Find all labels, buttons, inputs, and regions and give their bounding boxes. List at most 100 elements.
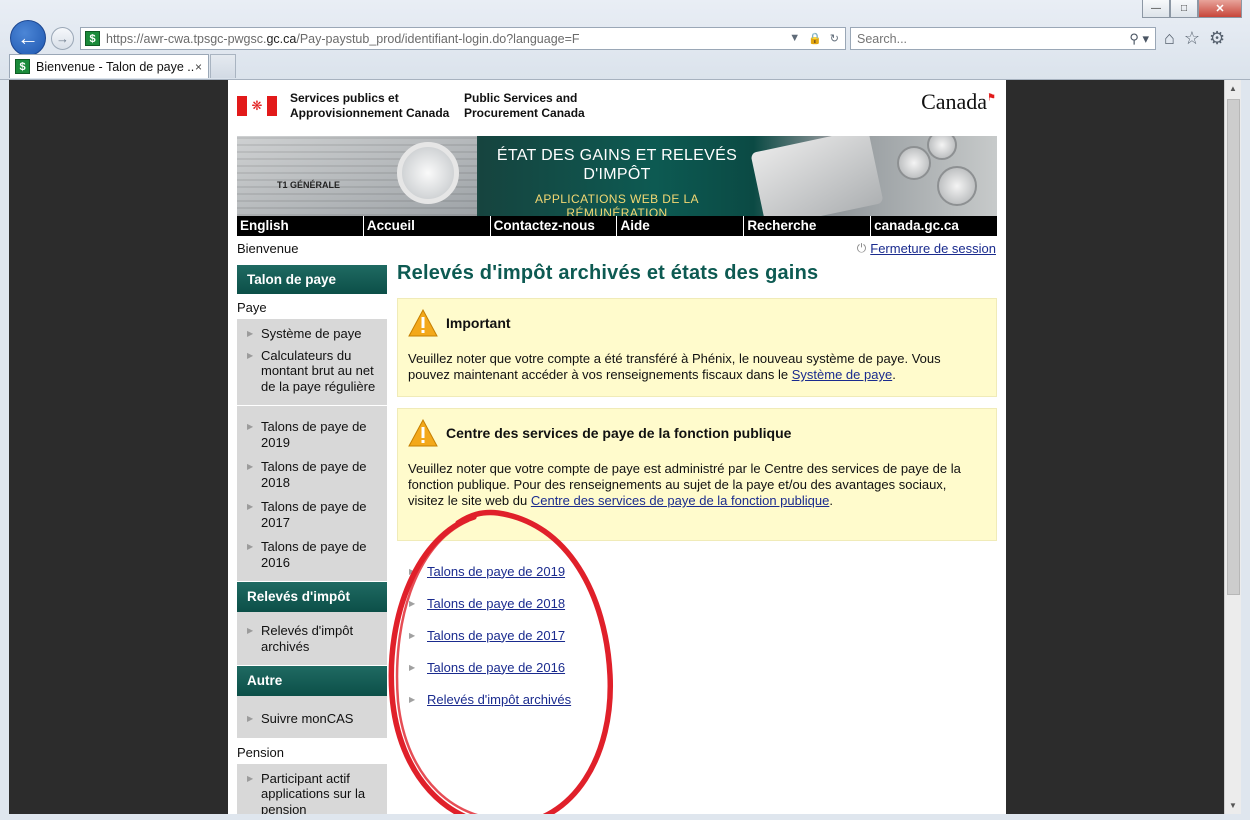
alert-body: Veuillez noter que votre compte a été tr… bbox=[408, 351, 983, 383]
vertical-scrollbar[interactable]: ▲ ▼ bbox=[1224, 80, 1241, 814]
leftnav-group-releves: ▶ Relevés d'impôt archivés bbox=[237, 612, 387, 666]
triangle-icon: ▶ bbox=[247, 350, 254, 360]
triangle-icon: ▶ bbox=[409, 598, 416, 608]
scroll-down-icon[interactable]: ▼ bbox=[1225, 797, 1241, 814]
leftnav-item-talons-2019[interactable]: ▶ Talons de paye de 2019 bbox=[247, 416, 381, 456]
star-icon[interactable]: ☆ bbox=[1184, 28, 1200, 49]
browser-chrome: — □ ✕ ← → $ https://awr-cwa.tpsgc-pwgsc.… bbox=[0, 0, 1250, 80]
leftnav-group-pension: ▶ Participant actif applications sur la p… bbox=[237, 763, 387, 815]
leftnav-item-label: Système de paye bbox=[261, 326, 362, 341]
coin-graphic bbox=[897, 146, 931, 180]
banner-title-line1: ÉTAT DES GAINS ET RELEVÉS bbox=[496, 147, 738, 164]
leftnav-heading-autre: Autre bbox=[237, 666, 387, 696]
url-domain: gc.ca bbox=[266, 31, 297, 46]
arrow-left-icon: ← bbox=[17, 25, 39, 50]
dept-fr-line1: Services publics et bbox=[290, 91, 399, 105]
dropdown-icon[interactable]: ▼ bbox=[789, 32, 800, 45]
tab-close-icon[interactable]: × bbox=[195, 60, 208, 74]
alert-important: Important Veuillez noter que votre compt… bbox=[397, 298, 997, 397]
coin-graphic bbox=[927, 136, 957, 160]
systeme-de-paye-link[interactable]: Système de paye bbox=[792, 367, 892, 382]
wordmark-text: Canada bbox=[921, 89, 988, 114]
canada-flag-icon: ❋ bbox=[237, 96, 277, 116]
gear-icon[interactable]: ⚙ bbox=[1209, 28, 1225, 49]
url-text[interactable]: https://awr-cwa.tpsgc-pwgsc.gc.ca/Pay-pa… bbox=[106, 32, 789, 46]
tab-favicon-icon: $ bbox=[15, 59, 30, 74]
nav-contactez-nous[interactable]: Contactez-nous bbox=[491, 216, 618, 236]
browser-tab[interactable]: $ Bienvenue - Talon de paye ... × bbox=[9, 54, 209, 78]
nav-accueil[interactable]: Accueil bbox=[364, 216, 491, 236]
leftnav-group-paye: ▶ Système de paye ▶ Calculateurs du montan… bbox=[237, 319, 387, 406]
maximize-button[interactable]: □ bbox=[1170, 0, 1198, 18]
leftnav-item-label: Participant actif applications sur la pe… bbox=[261, 770, 366, 815]
leftnav-item-talons-2018[interactable]: ▶ Talons de paye de 2018 bbox=[247, 456, 381, 496]
search-icon[interactable]: ⚲ ▾ bbox=[1129, 31, 1155, 47]
triangle-icon: ▶ bbox=[409, 662, 416, 672]
leftnav-item-systeme-paye[interactable]: ▶ Système de paye bbox=[247, 323, 381, 345]
calculator-graphic bbox=[750, 136, 884, 216]
leftnav-item-label: Talons de paye de 2017 bbox=[261, 499, 367, 530]
leftnav-label-paye: Paye bbox=[237, 300, 267, 315]
forward-button[interactable]: → bbox=[51, 27, 74, 50]
alert-body: Veuillez noter que votre compte de paye … bbox=[408, 461, 983, 509]
close-window-button[interactable]: ✕ bbox=[1198, 0, 1242, 18]
url-prefix: https://awr-cwa.tpsgc-pwgsc. bbox=[106, 31, 267, 46]
triangle-icon: ▶ bbox=[247, 329, 254, 338]
triangle-icon: ▶ bbox=[409, 630, 416, 640]
link-row: ▶ Talons de paye de 2018 bbox=[409, 587, 709, 619]
minimize-button[interactable]: — bbox=[1142, 0, 1170, 18]
nav-canada-gc-ca[interactable]: canada.gc.ca bbox=[871, 216, 997, 236]
leftnav-item-calculateurs[interactable]: ▶ Calculateurs du montant brut au net de … bbox=[247, 345, 381, 398]
link-talons-2019[interactable]: Talons de paye de 2019 bbox=[427, 564, 565, 579]
page-viewport: ❋ Services publics et Approvisionnement … bbox=[9, 80, 1241, 814]
alert-text-end: . bbox=[892, 367, 896, 382]
leftnav-item-releves-archives[interactable]: ▶ Relevés d'impôt archivés bbox=[247, 620, 381, 657]
banner-title-line2: D'IMPÔT bbox=[583, 166, 651, 183]
nav-aide[interactable]: Aide bbox=[617, 216, 745, 236]
dept-en-line1: Public Services and bbox=[464, 91, 578, 105]
leftnav-group-autre: ▶ Suivre monCAS bbox=[237, 696, 387, 739]
search-box[interactable]: ⚲ ▾ bbox=[850, 27, 1156, 50]
url-suffix: /Pay-paystub_prod/identifiant-login.do?l… bbox=[296, 31, 580, 46]
new-tab-button[interactable] bbox=[210, 54, 236, 78]
triangle-icon: ▶ bbox=[247, 422, 254, 431]
triangle-icon: ▶ bbox=[409, 694, 416, 704]
site-favicon-icon: $ bbox=[85, 31, 100, 46]
nav-recherche[interactable]: Recherche bbox=[744, 216, 872, 236]
link-talons-2018[interactable]: Talons de paye de 2018 bbox=[427, 596, 565, 611]
triangle-icon: ▶ bbox=[247, 542, 254, 551]
lock-icon[interactable]: 🔒 bbox=[808, 32, 822, 45]
link-row: ▶ Talons de paye de 2016 bbox=[409, 651, 709, 683]
alert-title: Important bbox=[446, 315, 511, 331]
link-talons-2017[interactable]: Talons de paye de 2017 bbox=[427, 628, 565, 643]
leftnav-item-suivre-moncas[interactable]: ▶ Suivre monCAS bbox=[247, 708, 381, 730]
logout-control[interactable]: ⏻ Fermeture de session bbox=[857, 241, 996, 256]
link-row: ▶ Talons de paye de 2019 bbox=[409, 555, 709, 587]
refresh-icon[interactable]: ↻ bbox=[830, 32, 839, 45]
leftnav-item-label: Talons de paye de 2018 bbox=[261, 459, 367, 490]
warning-icon bbox=[408, 309, 438, 337]
link-row: ▶ Talons de paye de 2017 bbox=[409, 619, 709, 651]
dept-en-line2: Procurement Canada bbox=[464, 106, 585, 120]
back-button[interactable]: ← bbox=[10, 20, 46, 56]
nav-english[interactable]: English bbox=[237, 216, 364, 236]
centre-services-link[interactable]: Centre des services de paye de la foncti… bbox=[531, 493, 829, 508]
leftnav-item-talons-2016[interactable]: ▶ Talons de paye de 2016 bbox=[247, 536, 381, 573]
home-icon[interactable]: ⌂ bbox=[1164, 28, 1175, 49]
triangle-icon: ▶ bbox=[247, 502, 254, 511]
address-bar[interactable]: $ https://awr-cwa.tpsgc-pwgsc.gc.ca/Pay-… bbox=[80, 27, 846, 50]
leftnav-item-talons-2017[interactable]: ▶ Talons de paye de 2017 bbox=[247, 496, 381, 536]
leftnav-item-participant-actif[interactable]: ▶ Participant actif applications sur la p… bbox=[247, 768, 381, 815]
scroll-thumb[interactable] bbox=[1227, 99, 1240, 595]
logout-link[interactable]: Fermeture de session bbox=[870, 241, 996, 256]
watch-graphic bbox=[397, 142, 459, 204]
canada-wordmark: Canada⚑ bbox=[921, 89, 996, 114]
link-row: ▶ Relevés d'impôt archivés bbox=[409, 683, 709, 715]
scroll-up-icon[interactable]: ▲ bbox=[1225, 80, 1241, 97]
link-talons-2016[interactable]: Talons de paye de 2016 bbox=[427, 660, 565, 675]
search-input[interactable] bbox=[857, 31, 1130, 46]
link-releves-archives[interactable]: Relevés d'impôt archivés bbox=[427, 692, 571, 707]
power-icon: ⏻ bbox=[856, 241, 867, 255]
banner-title: ÉTAT DES GAINS ET RELEVÉS D'IMPÔT bbox=[492, 146, 742, 184]
leftnav-item-label: Suivre monCAS bbox=[261, 711, 354, 726]
